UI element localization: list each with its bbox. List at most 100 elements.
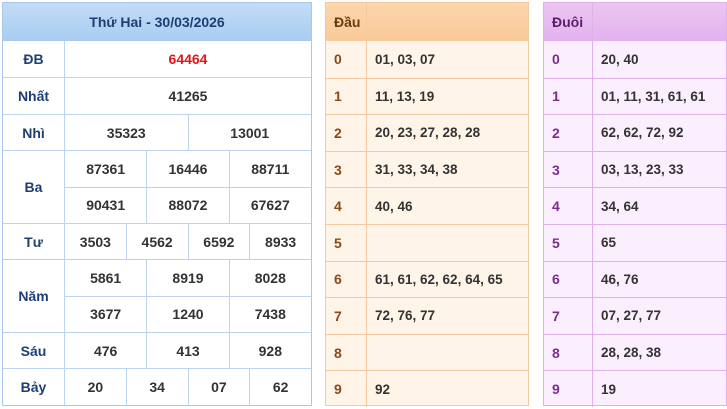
tail-row: 7 07, 27, 77 bbox=[544, 297, 726, 334]
prize-name: Ba bbox=[3, 151, 65, 223]
tail-digit: 5 bbox=[544, 224, 593, 261]
prize-row: Nhất 41265 bbox=[3, 78, 311, 115]
prize-line: 64464 bbox=[65, 41, 311, 77]
head-values: 31, 33, 34, 38 bbox=[375, 162, 458, 178]
head-table-header-blank bbox=[367, 3, 528, 41]
prize-number: 07 bbox=[187, 369, 250, 405]
tail-digit: 0 bbox=[544, 41, 593, 78]
prize-number: 8028 bbox=[228, 260, 311, 296]
tail-digit: 6 bbox=[544, 261, 593, 298]
head-digit: 2 bbox=[326, 115, 367, 151]
prize-row: ĐB 64464 bbox=[3, 41, 311, 78]
tail-values: 01, 11, 31, 61, 61 bbox=[601, 88, 706, 104]
head-digit: 9 bbox=[326, 371, 367, 407]
tail-row: 2 62, 62, 72, 92 bbox=[544, 114, 726, 151]
tail-row: 3 03, 13, 23, 33 bbox=[544, 150, 726, 188]
prize-row: Sáu 476 413 928 bbox=[3, 333, 311, 369]
prize-number: 90431 bbox=[86, 197, 126, 214]
tail-values: 03, 13, 23, 33 bbox=[601, 162, 684, 178]
prize-numbers: 20 34 07 62 bbox=[65, 369, 311, 405]
tail-table-header-blank bbox=[593, 3, 726, 41]
tail-row: 8 28, 28, 38 bbox=[544, 333, 726, 371]
tail-values: 62, 62, 72, 92 bbox=[601, 125, 684, 141]
prize-row: Năm 5861 8919 8028 3677 1240 7438 bbox=[3, 260, 311, 333]
results-table: Thứ Hai - 30/03/2026 ĐB 64464 Nhất 41265 Nhì… bbox=[2, 2, 312, 406]
tail-digit: 3 bbox=[544, 151, 593, 188]
prize-number: 8919 bbox=[146, 260, 228, 296]
prize-name: Nhất bbox=[3, 78, 65, 114]
head-digit: 1 bbox=[326, 78, 367, 115]
head-row: 1 11, 13, 19 bbox=[326, 77, 528, 115]
prize-line: 41265 bbox=[65, 78, 311, 114]
head-values: 20, 23, 27, 28, 28 bbox=[375, 125, 481, 141]
prize-number: 1240 bbox=[146, 296, 228, 332]
head-digit: 5 bbox=[326, 224, 367, 261]
tail-row: 1 01, 11, 31, 61, 61 bbox=[544, 77, 726, 115]
head-row: 3 31, 33, 34, 38 bbox=[326, 150, 528, 188]
prize-number: 88072 bbox=[146, 187, 228, 223]
prize-row: Ba 87361 16446 88711 90431 88072 67627 bbox=[3, 151, 311, 224]
prize-name: ĐB bbox=[3, 41, 65, 77]
head-table-header: Đầu bbox=[326, 3, 528, 41]
prize-number: 7438 bbox=[228, 296, 311, 332]
head-row: 7 72, 76, 77 bbox=[326, 297, 528, 334]
prize-numbers: 476 413 928 bbox=[65, 333, 311, 368]
head-values: 72, 76, 77 bbox=[375, 308, 436, 324]
prize-number: 67627 bbox=[228, 187, 311, 223]
prize-name: Nhì bbox=[3, 115, 65, 150]
head-row: 6 61, 61, 62, 62, 64, 65 bbox=[326, 260, 528, 298]
tail-row: 9 19 bbox=[544, 370, 726, 407]
prize-number: 20 bbox=[87, 379, 104, 395]
prize-number: 35323 bbox=[106, 124, 146, 141]
head-values: 01, 03, 07 bbox=[375, 51, 436, 67]
prize-numbers: 5861 8919 8028 3677 1240 7438 bbox=[65, 260, 311, 332]
prize-number: 62 bbox=[249, 369, 311, 405]
head-values: 92 bbox=[375, 381, 391, 397]
head-digit: 3 bbox=[326, 151, 367, 188]
prize-line: 3677 1240 7438 bbox=[65, 295, 311, 332]
tail-values: 46, 76 bbox=[601, 271, 639, 287]
prize-number: 4562 bbox=[125, 224, 188, 259]
head-row: 9 92 bbox=[326, 370, 528, 407]
prize-number: 88711 bbox=[228, 151, 311, 187]
prize-number: 476 bbox=[93, 342, 118, 359]
prize-numbers: 41265 bbox=[65, 78, 311, 114]
head-values bbox=[367, 335, 528, 371]
prize-number: 928 bbox=[228, 333, 311, 368]
prize-number: 3503 bbox=[79, 233, 111, 250]
tail-digit: 2 bbox=[544, 115, 593, 151]
prize-number: 34 bbox=[125, 369, 188, 405]
tail-digit-table: Đuôi 0 20, 40 1 01, 11, 31, 61, 61 2 62, 62, … bbox=[543, 2, 727, 407]
head-digit-table: Đầu 0 01, 03, 07 1 11, 13, 19 2 20, 23, 27, 2… bbox=[325, 2, 529, 407]
prize-name: Sáu bbox=[3, 333, 65, 368]
prize-number: 41265 bbox=[168, 88, 208, 104]
head-digit: 0 bbox=[326, 41, 367, 78]
head-table-title: Đầu bbox=[326, 3, 367, 41]
tail-row: 0 20, 40 bbox=[544, 41, 726, 78]
head-row: 2 20, 23, 27, 28, 28 bbox=[326, 114, 528, 151]
prize-number: 16446 bbox=[146, 151, 228, 187]
head-digit: 4 bbox=[326, 188, 367, 224]
prize-line: 90431 88072 67627 bbox=[65, 186, 311, 223]
tail-digit: 4 bbox=[544, 188, 593, 224]
tail-values: 07, 27, 77 bbox=[601, 308, 662, 324]
tail-values: 19 bbox=[601, 381, 617, 397]
prize-numbers: 64464 bbox=[65, 41, 311, 77]
prize-number: 5861 bbox=[90, 269, 122, 286]
head-digit: 6 bbox=[326, 261, 367, 298]
prize-number: 87361 bbox=[86, 160, 126, 177]
head-row: 5 bbox=[326, 223, 528, 261]
tail-digit: 9 bbox=[544, 371, 593, 407]
prize-line: 5861 8919 8028 bbox=[65, 260, 311, 296]
head-row: 8 bbox=[326, 333, 528, 371]
head-row: 4 40, 46 bbox=[326, 187, 528, 224]
tail-values: 20, 40 bbox=[601, 51, 639, 67]
head-values bbox=[367, 225, 528, 261]
prize-rows: ĐB 64464 Nhất 41265 Nhì 35323 13001 Ba 87361 1644… bbox=[3, 41, 311, 405]
special-prize-number: 64464 bbox=[168, 51, 208, 67]
head-row: 0 01, 03, 07 bbox=[326, 41, 528, 78]
head-digit: 8 bbox=[326, 334, 367, 371]
prize-line: 87361 16446 88711 bbox=[65, 151, 311, 187]
prize-line: 20 34 07 62 bbox=[65, 369, 311, 405]
tail-values: 34, 64 bbox=[601, 198, 639, 214]
